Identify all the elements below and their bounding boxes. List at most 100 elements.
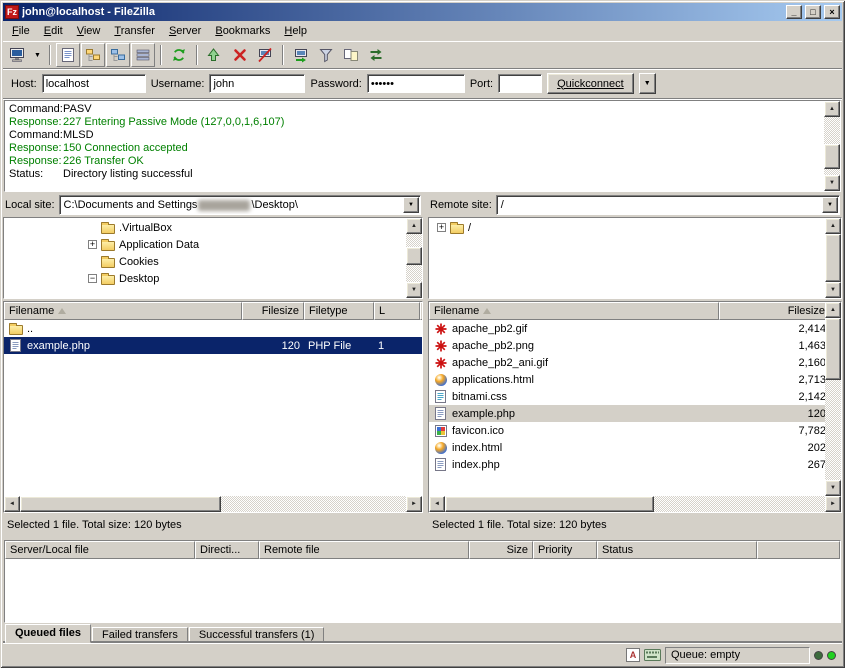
local-tree-scrollbar[interactable]: ▲▼ bbox=[406, 218, 422, 298]
quickconnect-dropdown-button[interactable]: ▼ bbox=[639, 73, 656, 94]
scroll-left-button[interactable]: ◄ bbox=[4, 496, 20, 512]
remote-list-hscrollbar[interactable]: ◄► bbox=[429, 496, 841, 512]
column-header-filetype[interactable]: Filetype bbox=[304, 302, 374, 320]
collapse-icon[interactable]: − bbox=[88, 274, 97, 283]
file-row-index-html[interactable]: index.html202 bbox=[429, 439, 841, 456]
scroll-down-button[interactable]: ▼ bbox=[406, 282, 422, 298]
filename-filters-button[interactable] bbox=[314, 43, 338, 67]
file-row-example-php[interactable]: example.php120 bbox=[429, 405, 841, 422]
scroll-thumb[interactable] bbox=[824, 144, 840, 170]
process-queue-button[interactable] bbox=[203, 43, 227, 67]
synchronized-browsing-button[interactable] bbox=[364, 43, 388, 67]
tree-item-desktop[interactable]: −Desktop bbox=[4, 270, 406, 287]
local-list-hscrollbar[interactable]: ◄► bbox=[4, 496, 422, 512]
tree-item-item[interactable]: +/ bbox=[429, 219, 825, 236]
column-header-l[interactable]: L bbox=[374, 302, 420, 320]
menu-help[interactable]: Help bbox=[277, 22, 314, 40]
tree-item-application-data[interactable]: +Application Data bbox=[4, 236, 406, 253]
scroll-track[interactable] bbox=[825, 234, 841, 282]
log-line-response: Response:150 Connection accepted bbox=[5, 142, 824, 155]
directory-comparison-button[interactable] bbox=[339, 43, 363, 67]
scroll-thumb[interactable] bbox=[20, 496, 221, 512]
scroll-left-button[interactable]: ◄ bbox=[429, 496, 445, 512]
scroll-down-button[interactable]: ▼ bbox=[824, 175, 840, 191]
menu-server[interactable]: Server bbox=[162, 22, 208, 40]
refresh-button[interactable] bbox=[167, 43, 191, 67]
close-button[interactable]: × bbox=[824, 5, 840, 19]
scroll-track[interactable] bbox=[20, 496, 406, 512]
scroll-down-button[interactable]: ▼ bbox=[825, 282, 841, 298]
quickconnect-button[interactable]: Quickconnect bbox=[547, 73, 634, 94]
column-header-filename[interactable]: Filename bbox=[429, 302, 719, 320]
site-manager-dropdown-button[interactable]: ▼ bbox=[31, 43, 44, 67]
menu-edit[interactable]: Edit bbox=[37, 22, 70, 40]
tab-queued-files[interactable]: Queued files bbox=[5, 624, 91, 643]
toggle-message-log-button[interactable] bbox=[56, 43, 80, 67]
scroll-up-button[interactable]: ▲ bbox=[825, 218, 841, 234]
file-row-apache-pb2-gif[interactable]: apache_pb2.gif2,414 bbox=[429, 320, 841, 337]
scroll-down-button[interactable]: ▼ bbox=[825, 480, 841, 496]
scroll-up-button[interactable]: ▲ bbox=[406, 218, 422, 234]
expand-icon[interactable]: + bbox=[88, 240, 97, 249]
file-row-item[interactable]: .. bbox=[4, 320, 422, 337]
tree-item-cookies[interactable]: +Cookies bbox=[4, 253, 406, 270]
tab-failed-transfers[interactable]: Failed transfers bbox=[92, 627, 188, 643]
toggle-local-tree-button[interactable] bbox=[81, 43, 105, 67]
log-scrollbar[interactable]: ▲▼ bbox=[824, 101, 840, 191]
column-header-size[interactable]: Size bbox=[469, 541, 533, 559]
column-header-server-local-file[interactable]: Server/Local file bbox=[5, 541, 195, 559]
scroll-right-button[interactable]: ► bbox=[825, 496, 841, 512]
scroll-track[interactable] bbox=[445, 496, 825, 512]
menu-file[interactable]: File bbox=[5, 22, 37, 40]
file-row-favicon-ico[interactable]: favicon.ico7,782 bbox=[429, 422, 841, 439]
cancel-operation-button[interactable] bbox=[228, 43, 252, 67]
scroll-thumb[interactable] bbox=[825, 234, 841, 282]
scroll-thumb[interactable] bbox=[825, 318, 841, 380]
file-row-index-php[interactable]: index.php267 bbox=[429, 456, 841, 473]
menu-bookmarks[interactable]: Bookmarks bbox=[208, 22, 277, 40]
file-row-apache-pb2-ani-gif[interactable]: apache_pb2_ani.gif2,160 bbox=[429, 354, 841, 371]
remote-site-dropdown-icon[interactable]: ▼ bbox=[822, 197, 838, 213]
scroll-track[interactable] bbox=[406, 234, 422, 282]
remote-site-combobox[interactable]: / ▼ bbox=[496, 195, 840, 215]
column-header-filesize[interactable]: Filesize bbox=[242, 302, 304, 320]
reconnect-button[interactable] bbox=[289, 43, 313, 67]
host-input[interactable] bbox=[42, 74, 146, 93]
title-bar[interactable]: Fz john@localhost - FileZilla _ □ × bbox=[3, 3, 842, 21]
toggle-remote-tree-button[interactable] bbox=[106, 43, 130, 67]
maximize-button[interactable]: □ bbox=[805, 5, 821, 19]
menu-transfer[interactable]: Transfer bbox=[107, 22, 162, 40]
file-row-apache-pb2-png[interactable]: apache_pb2.png1,463 bbox=[429, 337, 841, 354]
expand-icon[interactable]: + bbox=[437, 223, 446, 232]
menu-view[interactable]: View bbox=[70, 22, 108, 40]
file-row-bitnami-css[interactable]: bitnami.css2,142 bbox=[429, 388, 841, 405]
column-header-filename[interactable]: Filename bbox=[4, 302, 242, 320]
scroll-thumb[interactable] bbox=[445, 496, 654, 512]
scroll-up-button[interactable]: ▲ bbox=[825, 302, 841, 318]
scroll-track[interactable] bbox=[824, 117, 840, 175]
username-input[interactable] bbox=[209, 74, 305, 93]
site-manager-button[interactable] bbox=[6, 43, 30, 67]
scroll-up-button[interactable]: ▲ bbox=[824, 101, 840, 117]
local-site-combobox[interactable]: C:\Documents and Settings\Desktop\ ▼ bbox=[59, 195, 421, 215]
column-header-priority[interactable]: Priority bbox=[533, 541, 597, 559]
port-input[interactable] bbox=[498, 74, 542, 93]
disconnect-button[interactable] bbox=[253, 43, 277, 67]
tree-item-virtualbox[interactable]: +.VirtualBox bbox=[4, 219, 406, 236]
scroll-right-button[interactable]: ► bbox=[406, 496, 422, 512]
file-row-example-php[interactable]: example.php120PHP File1 bbox=[4, 337, 422, 354]
column-header-status[interactable]: Status bbox=[597, 541, 757, 559]
scroll-track[interactable] bbox=[825, 318, 841, 480]
column-header-directi[interactable]: Directi... bbox=[195, 541, 259, 559]
tab-successful-transfers-1[interactable]: Successful transfers (1) bbox=[189, 627, 325, 643]
password-input[interactable] bbox=[367, 74, 465, 93]
remote-tree-scrollbar[interactable]: ▲▼ bbox=[825, 218, 841, 298]
minimize-button[interactable]: _ bbox=[786, 5, 802, 19]
local-site-dropdown-icon[interactable]: ▼ bbox=[403, 197, 419, 213]
scroll-thumb[interactable] bbox=[406, 247, 422, 264]
column-header-remote-file[interactable]: Remote file bbox=[259, 541, 469, 559]
remote-list-scrollbar[interactable]: ▲▼ bbox=[825, 302, 841, 496]
toggle-transfer-queue-button[interactable] bbox=[131, 43, 155, 67]
column-header-filesize[interactable]: Filesize bbox=[719, 302, 830, 320]
file-row-applications-html[interactable]: applications.html2,713 bbox=[429, 371, 841, 388]
